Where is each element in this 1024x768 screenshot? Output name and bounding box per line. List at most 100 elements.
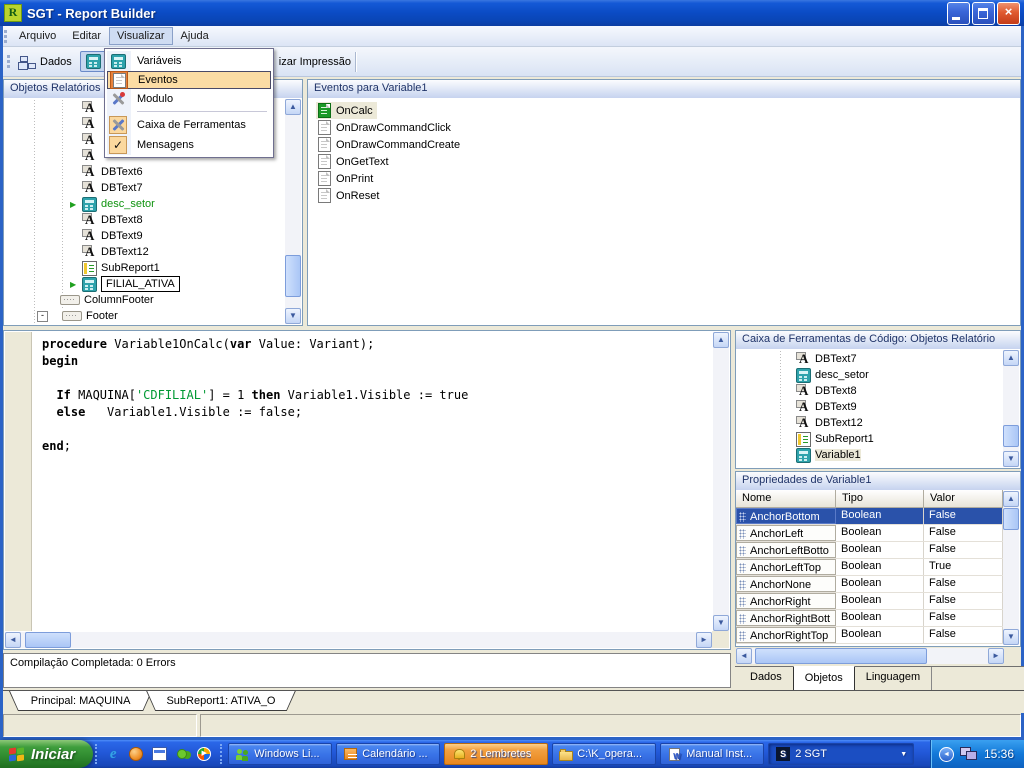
- menu-item-mensagens[interactable]: ✓Mensagens: [107, 135, 271, 155]
- drag-handle-icon[interactable]: [739, 563, 746, 573]
- tree-item-dbtext9[interactable]: DBText9: [4, 228, 285, 244]
- code-hscrollbar[interactable]: ◄ ►: [5, 632, 712, 648]
- event-item-ondrawcommandcreate[interactable]: OnDrawCommandCreate: [308, 136, 1020, 153]
- menu-item-eventos[interactable]: Eventos: [107, 71, 271, 89]
- restore-button[interactable]: [972, 2, 995, 25]
- tree-item-columnfooter[interactable]: ColumnFooter: [4, 292, 285, 308]
- scroll-left-arrow[interactable]: ◄: [736, 648, 752, 664]
- property-row-anchorleftbotto[interactable]: AnchorLeftBottoBooleanFalse: [736, 542, 1003, 559]
- property-name-cell[interactable]: AnchorLeft: [736, 525, 836, 541]
- scroll-right-arrow[interactable]: ►: [696, 632, 712, 648]
- event-item-onreset[interactable]: OnReset: [308, 187, 1020, 204]
- tree-item-dbtext8[interactable]: DBText8: [736, 383, 1003, 399]
- menu-ajuda[interactable]: Ajuda: [173, 27, 217, 45]
- property-name-cell[interactable]: AnchorRightBott: [736, 610, 836, 626]
- scroll-thumb[interactable]: [285, 255, 301, 297]
- tab-linguagem[interactable]: Linguagem: [855, 667, 932, 691]
- property-row-anchorlefttop[interactable]: AnchorLeftTopBooleanTrue: [736, 559, 1003, 576]
- tree-item-dbtext12[interactable]: DBText12: [736, 415, 1003, 431]
- drag-handle-icon[interactable]: [739, 597, 746, 607]
- menu-item-variáveis[interactable]: Variáveis: [107, 51, 271, 71]
- property-row-anchorright[interactable]: AnchorRightBooleanFalse: [736, 593, 1003, 610]
- properties-vscrollbar[interactable]: ▲ ▼: [1003, 491, 1019, 645]
- column-header-nome[interactable]: Nome: [736, 490, 836, 507]
- property-name-cell[interactable]: AnchorLeftTop: [736, 559, 836, 575]
- dados-button[interactable]: Dados: [14, 52, 78, 72]
- property-row-anchorleft[interactable]: AnchorLeftBooleanFalse: [736, 525, 1003, 542]
- app-window-icon[interactable]: [152, 747, 167, 761]
- property-value-cell[interactable]: False: [924, 610, 1003, 626]
- property-value-cell[interactable]: False: [924, 508, 1003, 524]
- menu-visualizar[interactable]: Visualizar: [109, 27, 173, 45]
- expander-minus-icon[interactable]: -: [37, 311, 48, 322]
- event-item-onprint[interactable]: OnPrint: [308, 170, 1020, 187]
- start-button[interactable]: Iniciar: [0, 740, 93, 768]
- scroll-thumb[interactable]: [1003, 508, 1019, 530]
- taskbar-button-windows-li-[interactable]: Windows Li...: [228, 743, 332, 765]
- tree-item-dbtext7[interactable]: DBText7: [736, 351, 1003, 367]
- minimize-button[interactable]: [947, 2, 970, 25]
- property-name-cell[interactable]: AnchorNone: [736, 576, 836, 592]
- title-bar[interactable]: R SGT - Report Builder ×: [0, 0, 1024, 26]
- scroll-thumb[interactable]: [755, 648, 927, 664]
- property-row-anchorrighttop[interactable]: AnchorRightTopBooleanFalse: [736, 627, 1003, 644]
- tree-item-desc_setor[interactable]: ▶desc_setor: [4, 196, 285, 212]
- drag-handle-icon[interactable]: [739, 631, 746, 641]
- properties-hscrollbar[interactable]: ◄ ►: [736, 648, 1004, 664]
- scroll-down-arrow[interactable]: ▼: [1003, 629, 1019, 645]
- close-button[interactable]: ×: [997, 2, 1020, 25]
- print-preview-button[interactable]: izar Impressão: [279, 56, 351, 68]
- tree-item-subreport1[interactable]: SubReport1: [4, 260, 285, 276]
- menu-item-modulo[interactable]: Modulo: [107, 89, 271, 109]
- toolbar-grip[interactable]: [4, 30, 7, 43]
- msn-messenger-icon[interactable]: [177, 749, 187, 759]
- report-tab-subreport1-ativa-o[interactable]: SubReport1: ATIVA_O: [146, 691, 296, 711]
- menu-editar[interactable]: Editar: [64, 27, 109, 45]
- scroll-down-arrow[interactable]: ▼: [713, 615, 729, 631]
- tray-chevron-icon[interactable]: ◄: [939, 747, 954, 762]
- taskbar-button-manual-inst-[interactable]: Manual Inst...: [660, 743, 764, 765]
- code-vscrollbar[interactable]: ▲ ▼: [713, 332, 729, 631]
- ie-icon[interactable]: e: [105, 746, 121, 762]
- tab-objetos[interactable]: Objetos: [793, 666, 855, 691]
- toolbox-scrollbar[interactable]: ▲ ▼: [1003, 350, 1019, 467]
- tree-item-dbtext6[interactable]: DBText6: [4, 164, 285, 180]
- drag-handle-icon[interactable]: [739, 546, 746, 556]
- column-header-valor[interactable]: Valor: [924, 490, 1003, 507]
- drag-handle-icon[interactable]: [739, 614, 746, 624]
- taskbar-button-c-k-opera-[interactable]: C:\K_opera...: [552, 743, 656, 765]
- property-value-cell[interactable]: False: [924, 576, 1003, 592]
- tree-item-dbtext12[interactable]: DBText12: [4, 244, 285, 260]
- property-value-cell[interactable]: False: [924, 542, 1003, 558]
- property-value-cell[interactable]: True: [924, 559, 1003, 575]
- property-name-cell[interactable]: AnchorBottom: [736, 508, 836, 524]
- drag-handle-icon[interactable]: [739, 512, 746, 522]
- calc-toolbar-button[interactable]: [80, 51, 107, 72]
- media-player-icon[interactable]: [197, 747, 211, 761]
- menu-item-caixa-de-ferramentas[interactable]: Caixa de Ferramentas: [107, 115, 271, 135]
- property-value-cell[interactable]: False: [924, 593, 1003, 609]
- property-value-cell[interactable]: False: [924, 627, 1003, 643]
- code-toolbox-tree[interactable]: DBText7desc_setorDBText8DBText9DBText12S…: [736, 351, 1003, 468]
- tree-item-footer[interactable]: -Footer: [4, 308, 285, 324]
- tree-item-dbtext7[interactable]: DBText7: [4, 180, 285, 196]
- tree-item-filial_ativa[interactable]: ▶FILIAL_ATIVA: [4, 276, 285, 292]
- event-item-ongettext[interactable]: OnGetText: [308, 153, 1020, 170]
- events-list[interactable]: OnCalcOnDrawCommandClickOnDrawCommandCre…: [308, 98, 1020, 204]
- tree-item-variable1[interactable]: Variable1: [736, 447, 1003, 463]
- scroll-up-arrow[interactable]: ▲: [713, 332, 729, 348]
- property-row-anchorbottom[interactable]: AnchorBottomBooleanFalse: [736, 508, 1003, 525]
- report-tab-principal-maquina[interactable]: Principal: MAQUINA: [9, 691, 152, 711]
- tree-item-desc_setor[interactable]: desc_setor: [736, 367, 1003, 383]
- taskbar-button-2-lembretes[interactable]: 2 Lembretes: [444, 743, 548, 765]
- scroll-down-arrow[interactable]: ▼: [285, 308, 301, 324]
- network-monitors-icon[interactable]: [960, 747, 978, 761]
- objects-tree-scrollbar[interactable]: ▲ ▼: [285, 99, 301, 324]
- property-name-cell[interactable]: AnchorLeftBotto: [736, 542, 836, 558]
- tree-item-dbtext8[interactable]: DBText8: [4, 212, 285, 228]
- scroll-right-arrow[interactable]: ►: [988, 648, 1004, 664]
- scroll-thumb[interactable]: [25, 632, 71, 648]
- scroll-down-arrow[interactable]: ▼: [1003, 451, 1019, 467]
- scroll-up-arrow[interactable]: ▲: [1003, 491, 1019, 507]
- tree-item-dbtext9[interactable]: DBText9: [736, 399, 1003, 415]
